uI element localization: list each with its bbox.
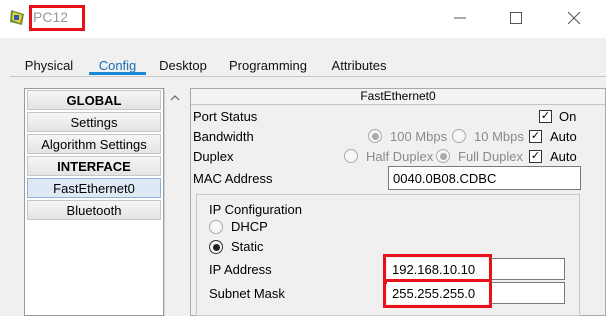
duplex-auto-label: Auto (550, 149, 577, 164)
maximize-icon[interactable] (504, 6, 528, 30)
active-tab-indicator (89, 72, 146, 75)
port-on-checkbox[interactable]: ✓ (539, 110, 552, 123)
ip-address-input-border (491, 258, 565, 280)
scroll-up-icon[interactable] (165, 89, 184, 107)
bandwidth-label: Bandwidth (193, 129, 254, 144)
sidebar-header-global: GLOBAL (27, 90, 161, 110)
duplex-label: Duplex (193, 149, 234, 164)
interface-title: FastEthernet0 (191, 89, 605, 105)
dhcp-label: DHCP (231, 219, 268, 234)
close-icon[interactable] (562, 6, 586, 30)
sidebar-header-interface: INTERFACE (27, 156, 161, 176)
bandwidth-10-label: 10 Mbps (474, 129, 524, 144)
app-icon (8, 8, 28, 28)
bandwidth-auto-label: Auto (550, 129, 577, 144)
tab-physical[interactable]: Physical (20, 55, 78, 75)
ip-address-label: IP Address (209, 262, 272, 277)
subnet-mask-label: Subnet Mask (209, 286, 285, 301)
bandwidth-auto-checkbox[interactable]: ✓ (529, 130, 542, 143)
tab-attributes[interactable]: Attributes (326, 55, 392, 75)
port-on-label: On (559, 109, 577, 124)
port-status-label: Port Status (193, 109, 258, 124)
duplex-half-label: Half Duplex (366, 149, 434, 164)
sidebar-item-bluetooth[interactable]: Bluetooth (27, 200, 161, 220)
sidebar-item-algorithm-settings[interactable]: Algorithm Settings (27, 134, 161, 154)
bandwidth-100-radio[interactable] (368, 129, 382, 143)
duplex-full-label: Full Duplex (458, 149, 524, 164)
sidebar-item-settings[interactable]: Settings (27, 112, 161, 132)
mac-address-field[interactable]: 0040.0B08.CDBC (388, 166, 581, 190)
tab-divider (10, 76, 606, 77)
dhcp-radio[interactable] (209, 220, 223, 234)
subnet-mask-highlight-box (383, 279, 492, 308)
ip-configuration-title: IP Configuration (209, 202, 302, 217)
tab-programming[interactable]: Programming (225, 55, 311, 75)
sidebar-item-fastethernet0[interactable]: FastEthernet0 (27, 178, 161, 198)
bandwidth-10-radio[interactable] (452, 129, 466, 143)
title-highlight-box (29, 5, 85, 31)
duplex-auto-checkbox[interactable]: ✓ (529, 150, 542, 163)
static-radio[interactable] (209, 240, 223, 254)
static-label: Static (231, 239, 264, 254)
minimize-icon[interactable] (448, 6, 472, 30)
sidebar-scrollbar[interactable] (164, 88, 186, 316)
duplex-half-radio[interactable] (344, 149, 358, 163)
bandwidth-100-label: 100 Mbps (390, 129, 448, 144)
duplex-full-radio[interactable] (436, 149, 450, 163)
subnet-mask-input-border (491, 282, 565, 304)
mac-address-label: MAC Address (193, 171, 273, 186)
tab-desktop[interactable]: Desktop (154, 55, 212, 75)
